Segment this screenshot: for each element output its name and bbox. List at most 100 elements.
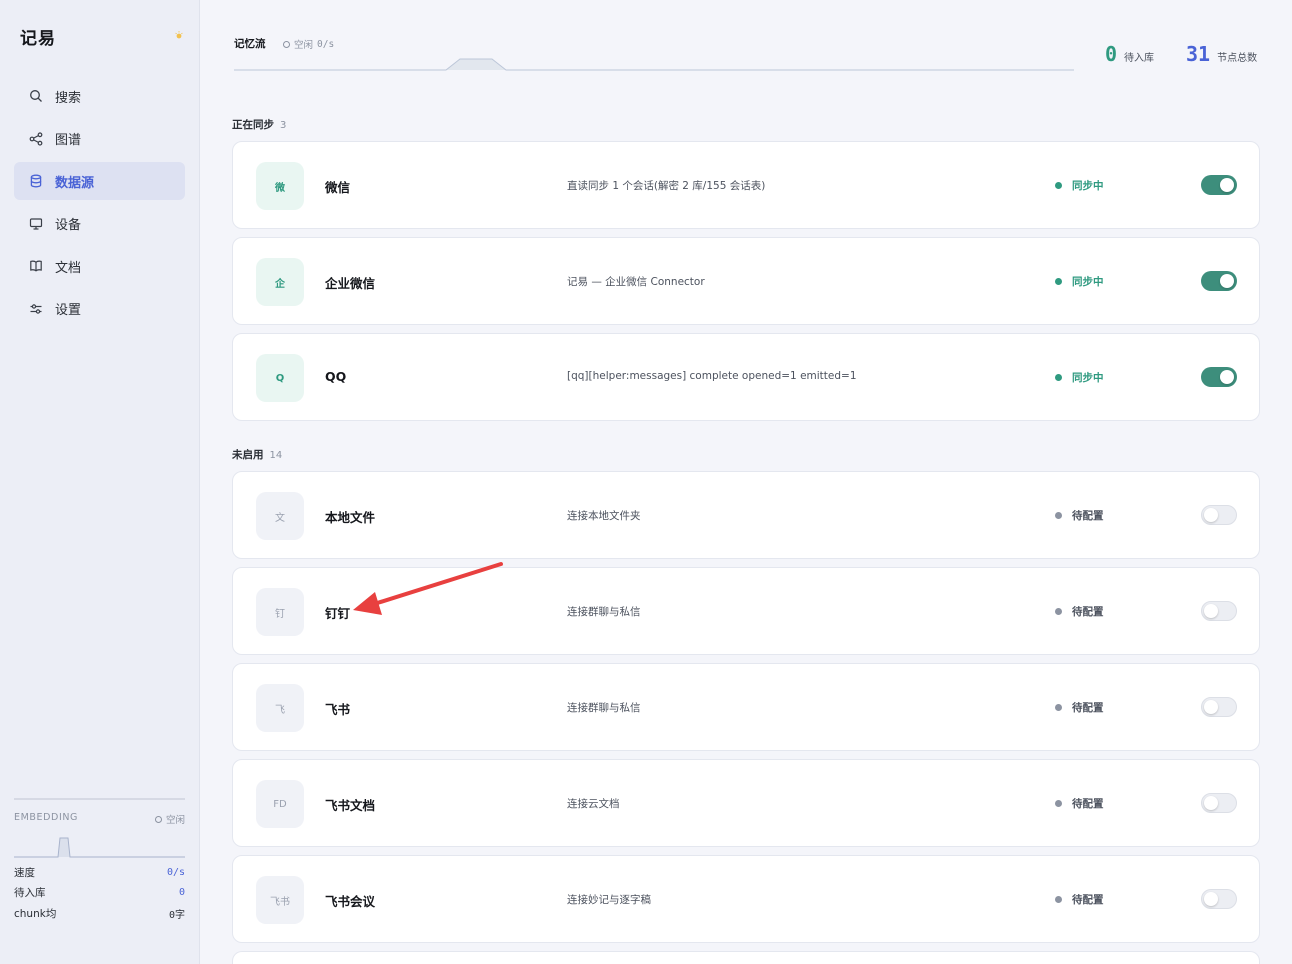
- status-dot-icon: [1055, 278, 1062, 285]
- source-name: 钉钉: [325, 606, 351, 621]
- source-card-wechat[interactable]: 微 微信 直读同步 1 个会话(解密 2 库/155 会话表) 同步中: [232, 141, 1260, 229]
- source-toggle[interactable]: [1201, 271, 1237, 291]
- status-dot-icon: [1055, 608, 1062, 615]
- share-graph-icon: [29, 131, 43, 146]
- source-card-qq[interactable]: Q QQ [qq][helper:messages] complete open…: [232, 333, 1260, 421]
- status-dot-icon: [1055, 512, 1062, 519]
- source-card-dingtalk[interactable]: 钉 钉钉 连接群聊与私信 待配置: [232, 567, 1260, 655]
- source-toggle[interactable]: [1201, 601, 1237, 621]
- source-card-local-files[interactable]: 文 本地文件 连接本地文件夹 待配置: [232, 471, 1260, 559]
- source-status-text: 待配置: [1072, 702, 1104, 714]
- source-desc: 连接妙记与逐字稿: [567, 894, 651, 906]
- sidebar: 记易 搜索 图谱 数据源 设备 文档 设置 EMBEDDING 空闲 速度 0/…: [0, 0, 200, 964]
- source-desc: 直读同步 1 个会话(解密 2 库/155 会话表): [567, 180, 766, 192]
- book-icon: [29, 259, 43, 273]
- source-status: 待配置: [1055, 700, 1104, 715]
- source-status-text: 同步中: [1072, 276, 1104, 288]
- embedding-row-label: 待入库: [14, 887, 46, 900]
- source-status: 同步中: [1055, 178, 1104, 193]
- source-desc: 连接群聊与私信: [567, 702, 641, 714]
- section-title: 未启用: [232, 449, 264, 461]
- embedding-title: EMBEDDING: [14, 812, 79, 823]
- sidebar-item-datasource[interactable]: 数据源: [14, 162, 185, 200]
- source-status-text: 待配置: [1072, 798, 1104, 810]
- source-desc: 连接群聊与私信: [567, 606, 641, 618]
- toggle-knob: [1220, 178, 1234, 192]
- source-toggle[interactable]: [1201, 367, 1237, 387]
- toggle-knob: [1204, 892, 1218, 906]
- source-status-text: 待配置: [1072, 606, 1104, 618]
- embedding-row: 待入库 0: [14, 883, 185, 904]
- source-toggle[interactable]: [1201, 889, 1237, 909]
- source-status: 待配置: [1055, 796, 1104, 811]
- idle-ring-icon: [283, 40, 290, 48]
- source-name: 企业微信: [325, 276, 376, 291]
- source-toggle[interactable]: [1201, 505, 1237, 525]
- memory-flow-title: 记忆流: [234, 38, 266, 50]
- sidebar-item-docs[interactable]: 文档: [14, 247, 185, 285]
- source-status-text: 同步中: [1072, 180, 1104, 192]
- stat-nodes: 31 节点总数: [1186, 42, 1257, 66]
- source-card-wecom[interactable]: 企 企业微信 记易 — 企业微信 Connector 同步中: [232, 237, 1260, 325]
- source-toggle[interactable]: [1201, 175, 1237, 195]
- embedding-row: chunk均 0字: [14, 903, 185, 924]
- source-status: 待配置: [1055, 604, 1104, 619]
- stat-pending: 0 待入库: [1105, 42, 1154, 66]
- feishu-icon: 飞: [256, 684, 304, 732]
- embedding-panel: EMBEDDING 空闲 速度 0/s 待入库 0 chunk均 0字: [14, 798, 185, 924]
- section-count: 14: [269, 450, 283, 461]
- embedding-sparkline: [14, 837, 185, 858]
- source-name: 飞书: [325, 702, 351, 717]
- embedding-row-label: chunk均: [14, 907, 57, 920]
- wecom-icon: 企: [256, 258, 304, 306]
- sun-icon[interactable]: [174, 30, 184, 40]
- sidebar-item-devices[interactable]: 设备: [14, 205, 185, 243]
- section-count: 3: [280, 120, 287, 131]
- source-desc: 记易 — 企业微信 Connector: [567, 276, 705, 288]
- memory-flow-status-text: 空闲: [294, 40, 314, 51]
- idle-ring-icon: [154, 815, 162, 823]
- source-card-feishu-docs[interactable]: FD 飞书文档 连接云文档 待配置: [232, 759, 1260, 847]
- sidebar-item-label: 设备: [55, 218, 82, 233]
- source-toggle[interactable]: [1201, 697, 1237, 717]
- embedding-row-value: 0/s: [166, 866, 185, 878]
- wechat-icon: 微: [256, 162, 304, 210]
- source-card-feishu-meeting[interactable]: 飞书 飞书会议 连接妙记与逐字稿 待配置: [232, 855, 1260, 943]
- monitor-icon: [29, 217, 43, 231]
- sidebar-item-search[interactable]: 搜索: [14, 77, 185, 115]
- source-status-text: 待配置: [1072, 894, 1104, 906]
- source-card-feishu[interactable]: 飞 飞书 连接群聊与私信 待配置: [232, 663, 1260, 751]
- memory-flow-rate: 0/s: [317, 38, 335, 50]
- feishu-docs-icon: FD: [256, 780, 304, 828]
- source-toggle[interactable]: [1201, 793, 1237, 813]
- source-card-partial[interactable]: [232, 951, 1260, 964]
- sidebar-item-label: 文档: [55, 260, 82, 276]
- section-disabled-header: 未启用 14: [232, 447, 282, 462]
- source-status: 待配置: [1055, 508, 1104, 523]
- section-title: 正在同步: [232, 119, 274, 131]
- embedding-row-label: 速度: [14, 866, 35, 879]
- sidebar-nav: 搜索 图谱 数据源 设备 文档 设置: [14, 77, 185, 332]
- status-dot-icon: [1055, 800, 1062, 807]
- source-desc: 连接云文档: [567, 798, 620, 810]
- sidebar-item-graph[interactable]: 图谱: [14, 120, 185, 158]
- source-status-text: 同步中: [1072, 372, 1104, 384]
- source-name: 飞书会议: [325, 894, 376, 909]
- embedding-status-text: 空闲: [165, 815, 185, 826]
- toggle-knob: [1204, 796, 1218, 810]
- local-files-icon: 文: [256, 492, 304, 540]
- dingtalk-icon: 钉: [256, 588, 304, 636]
- source-status: 同步中: [1055, 370, 1104, 385]
- toggle-knob: [1220, 274, 1234, 288]
- source-status-text: 待配置: [1072, 510, 1104, 522]
- stat-pending-value: 0: [1105, 42, 1118, 66]
- sidebar-item-label: 搜索: [55, 90, 82, 106]
- sidebar-item-settings[interactable]: 设置: [14, 290, 185, 328]
- app-title: 记易: [20, 29, 56, 49]
- source-status: 同步中: [1055, 274, 1104, 289]
- toggle-knob: [1204, 700, 1218, 714]
- sidebar-item-label: 数据源: [55, 175, 95, 191]
- source-desc: [qq][helper:messages] complete opened=1 …: [567, 370, 857, 382]
- embedding-status: 空闲: [154, 812, 185, 826]
- toggle-knob: [1204, 604, 1218, 618]
